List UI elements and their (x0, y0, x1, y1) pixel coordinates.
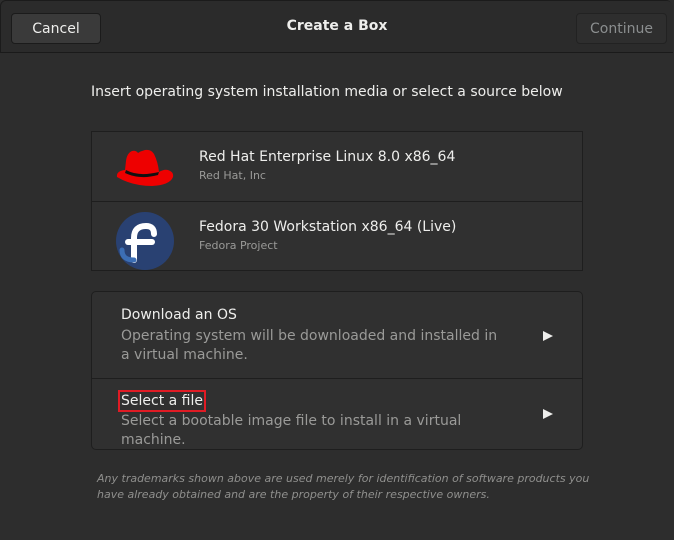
redhat-logo-icon (116, 149, 174, 186)
source-title: Download an OS (121, 307, 237, 323)
source-list: Download an OS Operating system will be … (91, 291, 583, 450)
os-vendor: Red Hat, Inc (199, 169, 266, 182)
source-description: Operating system will be downloaded and … (121, 328, 498, 363)
header-bar: Cancel Create a Box Continue (1, 1, 673, 53)
os-item-rhel[interactable]: Red Hat Enterprise Linux 8.0 x86_64 Red … (92, 132, 582, 202)
continue-button[interactable]: Continue (576, 13, 667, 44)
source-title: Select a file (118, 390, 206, 412)
os-media-list: Red Hat Enterprise Linux 8.0 x86_64 Red … (91, 131, 583, 271)
trademark-disclaimer: Any trademarks shown above are used mere… (97, 472, 590, 501)
os-vendor: Fedora Project (199, 239, 278, 252)
content-area: Insert operating system installation med… (0, 53, 674, 540)
select-file-row[interactable]: Select a file Select a bootable image fi… (91, 379, 583, 450)
arrow-right-icon (543, 409, 553, 419)
os-item-fedora[interactable]: Fedora 30 Workstation x86_64 (Live) Fedo… (92, 202, 582, 271)
os-name: Fedora 30 Workstation x86_64 (Live) (199, 219, 457, 235)
download-os-row[interactable]: Download an OS Operating system will be … (91, 291, 583, 379)
dialog-title: Create a Box (286, 18, 388, 34)
intro-text: Insert operating system installation med… (91, 84, 563, 100)
source-description: Select a bootable image file to install … (121, 413, 462, 448)
os-name: Red Hat Enterprise Linux 8.0 x86_64 (199, 149, 456, 165)
arrow-right-icon (543, 331, 553, 341)
fedora-logo-icon (116, 212, 174, 270)
